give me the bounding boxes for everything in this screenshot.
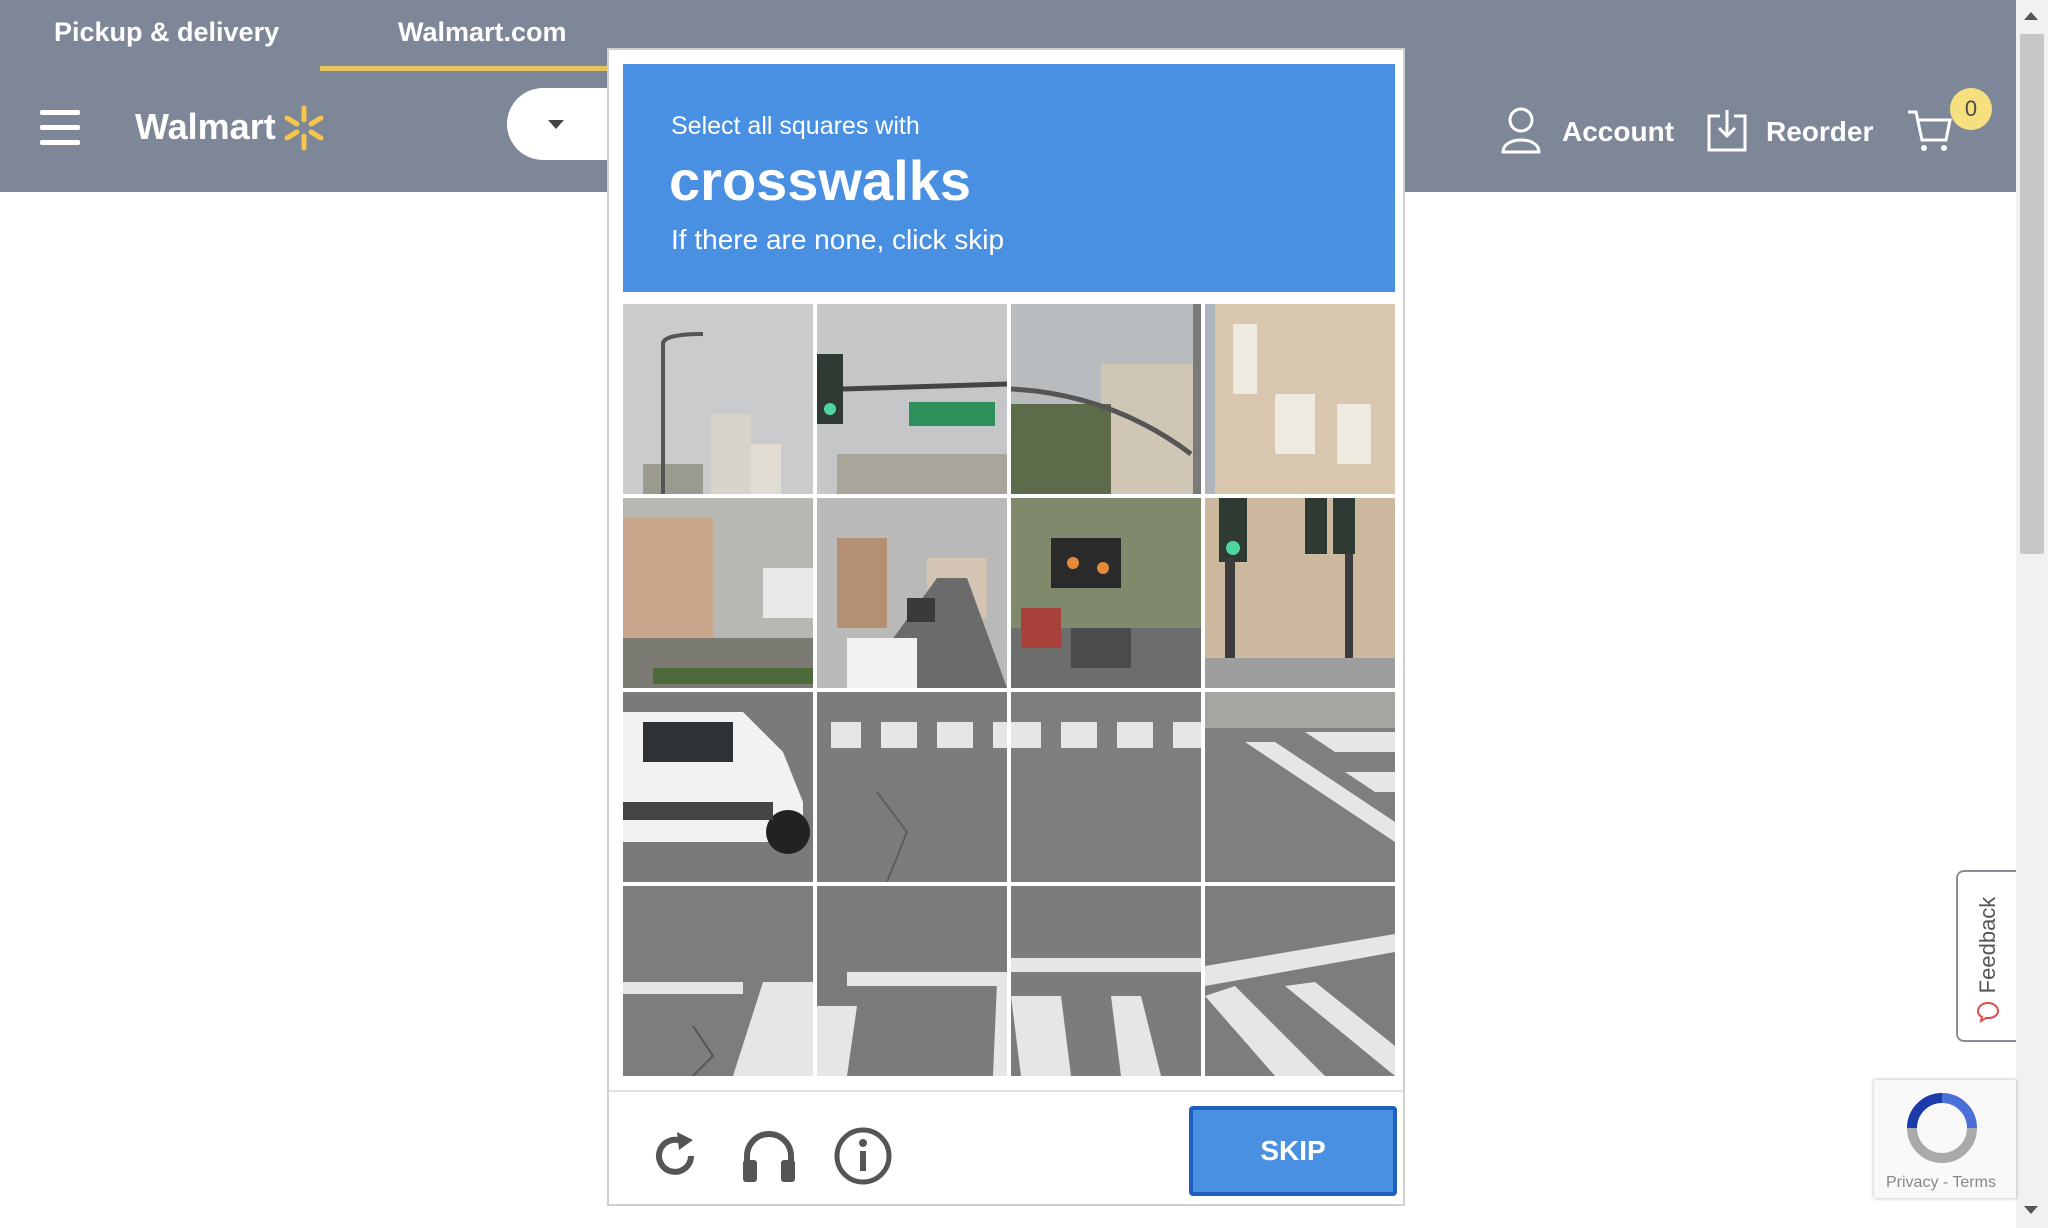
account-icon[interactable] xyxy=(1500,106,1542,154)
chat-bubble-icon xyxy=(1976,1001,2000,1024)
captcha-tile[interactable] xyxy=(1011,304,1201,494)
captcha-instruction-line: Select all squares with xyxy=(671,112,920,140)
captcha-tile[interactable] xyxy=(1205,886,1395,1076)
scrollbar-thumb[interactable] xyxy=(2020,34,2044,554)
captcha-tile[interactable] xyxy=(623,304,813,494)
scroll-down-icon[interactable] xyxy=(2024,1206,2038,1214)
info-icon[interactable] xyxy=(831,1124,895,1188)
active-tab-indicator xyxy=(320,66,610,71)
captcha-tile[interactable] xyxy=(817,692,1007,882)
tab-walmart-com[interactable]: Walmart.com xyxy=(398,12,567,52)
captcha-tile[interactable] xyxy=(1011,886,1201,1076)
recaptcha-logo-icon xyxy=(1907,1093,1977,1163)
reload-icon[interactable] xyxy=(643,1124,707,1188)
captcha-tile[interactable] xyxy=(623,692,813,882)
skip-button[interactable]: SKIP xyxy=(1189,1106,1397,1196)
account-link[interactable]: Account xyxy=(1562,108,1674,156)
captcha-tile[interactable] xyxy=(817,304,1007,494)
menu-icon[interactable] xyxy=(40,110,80,150)
feedback-tab[interactable]: Feedback xyxy=(1956,870,2016,1042)
cart-icon[interactable] xyxy=(1906,106,1952,154)
captcha-tile[interactable] xyxy=(1011,498,1201,688)
feedback-label: Feedback xyxy=(1975,896,2000,994)
captcha-tile[interactable] xyxy=(1205,692,1395,882)
recaptcha-badge[interactable]: Privacy - Terms xyxy=(1874,1080,2016,1198)
captcha-tile[interactable] xyxy=(817,886,1007,1076)
captcha-tile[interactable] xyxy=(1205,304,1395,494)
captcha-image-grid xyxy=(623,304,1395,1076)
chevron-down-icon xyxy=(548,120,564,129)
captcha-skip-hint: If there are none, click skip xyxy=(671,224,1005,255)
reorder-link[interactable]: Reorder xyxy=(1766,108,1873,156)
captcha-tile[interactable] xyxy=(1205,498,1395,688)
recaptcha-links[interactable]: Privacy - Terms xyxy=(1886,1174,1996,1192)
reorder-icon[interactable] xyxy=(1706,106,1748,154)
scroll-up-icon[interactable] xyxy=(2024,12,2038,20)
tab-pickup-delivery[interactable]: Pickup & delivery xyxy=(54,12,279,52)
captcha-tile[interactable] xyxy=(623,498,813,688)
captcha-tile[interactable] xyxy=(623,886,813,1076)
captcha-target-word: crosswalks xyxy=(669,149,971,212)
captcha-footer-divider xyxy=(609,1090,1403,1092)
cart-count-badge: 0 xyxy=(1950,88,1992,130)
captcha-tile[interactable] xyxy=(1011,692,1201,882)
captcha-instructions: Select all squares with crosswalks If th… xyxy=(623,64,1395,292)
walmart-logo[interactable]: Walmart xyxy=(135,106,276,148)
captcha-dialog: Select all squares with crosswalks If th… xyxy=(607,48,1405,1206)
spark-logo-icon xyxy=(284,105,324,151)
captcha-tile[interactable] xyxy=(817,498,1007,688)
headphones-icon[interactable] xyxy=(737,1124,801,1188)
